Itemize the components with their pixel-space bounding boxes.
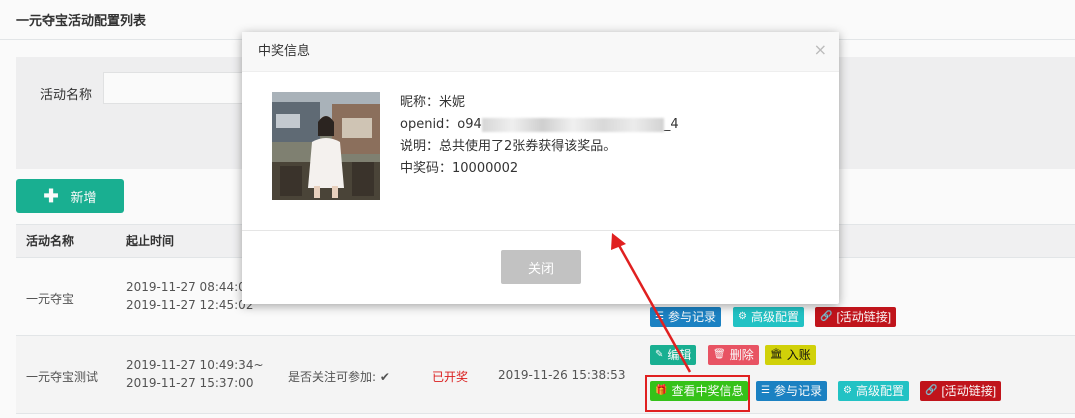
close-button[interactable]: 关闭 <box>501 250 581 284</box>
modal-header: 中奖信息 × <box>242 32 839 72</box>
avatar-photo-icon <box>272 92 380 200</box>
winner-info: 昵称：米妮 openid：o94 _4 说明：总共使用了2张券获得该奖品。 中奖码… <box>400 92 679 180</box>
modal-footer: 关闭 <box>242 230 839 304</box>
prize-code-text: 中奖码：10000002 <box>400 161 519 176</box>
close-icon[interactable]: × <box>814 40 827 59</box>
description-text: 说明：总共使用了2张券获得该奖品。 <box>400 139 617 154</box>
annotation-highlight-box <box>645 375 750 412</box>
redacted-openid <box>481 117 664 132</box>
nickname-text: 昵称：米妮 <box>400 95 466 110</box>
winner-avatar <box>272 92 380 200</box>
openid-text: openid：o94 _4 <box>400 117 679 132</box>
modal-title: 中奖信息 <box>258 44 311 59</box>
winner-info-modal: 中奖信息 × 昵称：米妮 openid：o94 _4 说明：总共使用了2张券获得该… <box>242 32 839 304</box>
